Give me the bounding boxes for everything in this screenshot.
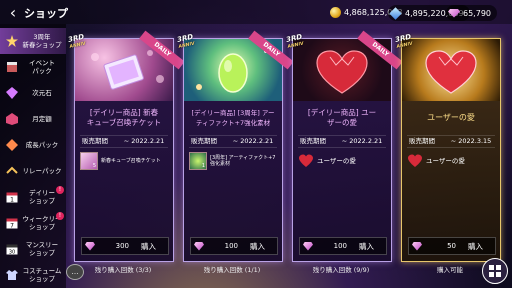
dimension-stone-icon	[5, 87, 18, 100]
grid-menu-icon[interactable]	[482, 258, 508, 284]
sale-period-date: ~ 2022.2.21	[341, 137, 383, 145]
pink-stone-icon	[85, 241, 95, 251]
back-arrow-icon[interactable]: ‹	[4, 3, 22, 22]
content-name: ユーザーの愛	[426, 156, 465, 165]
sidebar-item-dimension-stone[interactable]: 次元石	[0, 80, 66, 106]
star-icon	[5, 35, 18, 48]
sale-period: 販売期間 ~ 2022.2.21	[298, 135, 386, 148]
buy-label: 購入	[141, 241, 156, 251]
sale-period-label: 販売期間	[82, 137, 108, 145]
buy-button[interactable]: 50 購入	[408, 237, 496, 255]
purchase-limit: 残り購入回数 (1/1)	[203, 266, 261, 274]
content-name: [3周年] アーティファクト+7強化素材	[210, 154, 276, 168]
product-content: 1 [3周年] アーティファクト+7強化素材	[189, 151, 277, 171]
sale-period-label: 販売期間	[191, 137, 217, 145]
svg-text:30: 30	[8, 250, 14, 256]
sidebar-item-label: 3周年 新春ショップ	[22, 33, 62, 49]
product-content: ユーザーの愛	[298, 151, 386, 171]
calendar-7-icon: 7	[5, 217, 18, 230]
buy-button[interactable]: 300 購入	[81, 237, 169, 255]
svg-text:7: 7	[10, 223, 14, 230]
item-count: 1	[201, 162, 205, 169]
heart-gem-icon	[407, 153, 423, 169]
buy-button[interactable]: 100 購入	[190, 237, 278, 255]
growth-icon	[5, 139, 18, 152]
relay-icon	[5, 165, 18, 178]
notification-badge: !	[56, 186, 64, 194]
product-name: [デイリー商品] ユー ザーの愛	[307, 108, 377, 127]
buy-label: 購入	[250, 241, 265, 251]
buy-label: 購入	[468, 241, 483, 251]
monthly-icon	[5, 113, 18, 126]
product-card[interactable]: 3RD ANNIV ユーザーの愛 販売期間 ~ 2022.3.15 ユーザーの愛 …	[394, 33, 501, 262]
sale-period-date: ~ 2022.3.15	[450, 137, 492, 145]
pink-stone-icon	[194, 241, 204, 251]
price: 50	[447, 242, 456, 250]
product-content: ユーザーの愛	[407, 151, 495, 171]
heart-gem-icon	[298, 153, 314, 169]
chat-icon[interactable]: …	[66, 264, 84, 280]
sidebar-item-label: 月定額	[32, 115, 52, 123]
product-card[interactable]: 3RD ANNIV DAILY [デイリー商品] [3周年] アー ティファクト+…	[176, 30, 294, 262]
sidebar-item-label: 次元石	[32, 89, 52, 97]
sale-period-label: 販売期間	[300, 137, 326, 145]
sidebar-item-3rd-anniversary-shop[interactable]: 3周年 新春ショップ	[0, 28, 66, 54]
buy-label: 購入	[359, 241, 374, 251]
purchase-limit: 残り購入回数 (3/3)	[94, 266, 152, 274]
enhancement-egg-icon: 1	[189, 152, 207, 170]
sidebar-item-costume-shop[interactable]: コスチューム ショップ	[0, 262, 66, 288]
event-icon	[5, 61, 18, 74]
price: 100	[224, 242, 238, 250]
sale-period: 販売期間 ~ 2022.2.21	[80, 135, 168, 148]
product-name: ユーザーの愛	[427, 113, 475, 122]
sale-period-date: ~ 2022.2.21	[123, 137, 165, 145]
costume-icon	[5, 269, 18, 282]
sidebar-item-label: 成長パック	[25, 141, 59, 149]
sidebar-item-relay-pack[interactable]: リレーパック	[0, 158, 66, 184]
notification-badge: !	[56, 212, 64, 220]
page-title: ショップ	[24, 7, 68, 20]
blue-gem-icon	[389, 6, 402, 20]
pink-stone-icon	[303, 241, 313, 251]
sidebar-item-label: マンスリー ショップ	[25, 241, 59, 257]
svg-text:1: 1	[10, 197, 14, 204]
content-name: 新春キューブ召喚チケット	[101, 157, 161, 164]
pink-stone-counter[interactable]: 65,790	[446, 5, 497, 21]
summon-ticket-icon: 5	[80, 152, 98, 170]
product-content: 5 新春キューブ召喚チケット	[80, 151, 168, 171]
price: 300	[115, 242, 129, 250]
price: 100	[333, 242, 347, 250]
sidebar-item-daily-shop[interactable]: 1 デイリー ショップ !	[0, 184, 66, 210]
product-card[interactable]: 3RD ANNIV DAILY [デイリー商品] ユー ザーの愛 販売期間 ~ 2…	[285, 30, 403, 262]
shop-category-sidebar: 3周年 新春ショップ イベント パック 次元石 月定額 成長パック リレーパック…	[0, 24, 66, 288]
sidebar-item-label: コスチューム ショップ	[22, 267, 62, 283]
product-name: [デイリー商品] [3周年] アー ティファクト+7強化素材	[191, 109, 275, 127]
product-card[interactable]: 3RD ANNIV DAILY [デイリー商品] 新春 キューブ召喚チケット 販売…	[67, 30, 185, 262]
calendar-30-icon: 30	[5, 243, 18, 256]
diamond-icon	[412, 241, 422, 251]
sidebar-item-growth-pack[interactable]: 成長パック	[0, 132, 66, 158]
sidebar-item-monthly[interactable]: 月定額	[0, 106, 66, 132]
sidebar-item-label: イベント パック	[29, 59, 55, 75]
purchase-limit: 残り購入回数 (9/9)	[312, 266, 370, 274]
sale-period-label: 販売期間	[409, 137, 435, 145]
sale-period: 販売期間 ~ 2022.2.21	[189, 135, 277, 148]
calendar-1-icon: 1	[5, 191, 18, 204]
sidebar-item-event-pack[interactable]: イベント パック	[0, 54, 66, 80]
top-bar: ‹ ショップ 4,868,125,043 4,895,220,669 65,79…	[0, 0, 512, 24]
buy-button[interactable]: 100 購入	[299, 237, 387, 255]
sale-period-date: ~ 2022.2.21	[232, 137, 274, 145]
pink-stone-value: 65,790	[463, 8, 491, 18]
sidebar-item-monthly-shop[interactable]: 30 マンスリー ショップ	[0, 236, 66, 262]
pink-stone-icon	[448, 8, 460, 18]
sidebar-item-label: リレーパック	[22, 167, 62, 175]
gold-coin-icon	[330, 6, 341, 18]
item-count: 5	[92, 162, 96, 169]
product-name: [デイリー商品] 新春 キューブ召喚チケット	[86, 108, 162, 127]
content-name: ユーザーの愛	[317, 156, 356, 165]
sidebar-item-weekly-shop[interactable]: 7 ウィークリー ショップ !	[0, 210, 66, 236]
sale-period: 販売期間 ~ 2022.3.15	[407, 135, 495, 148]
